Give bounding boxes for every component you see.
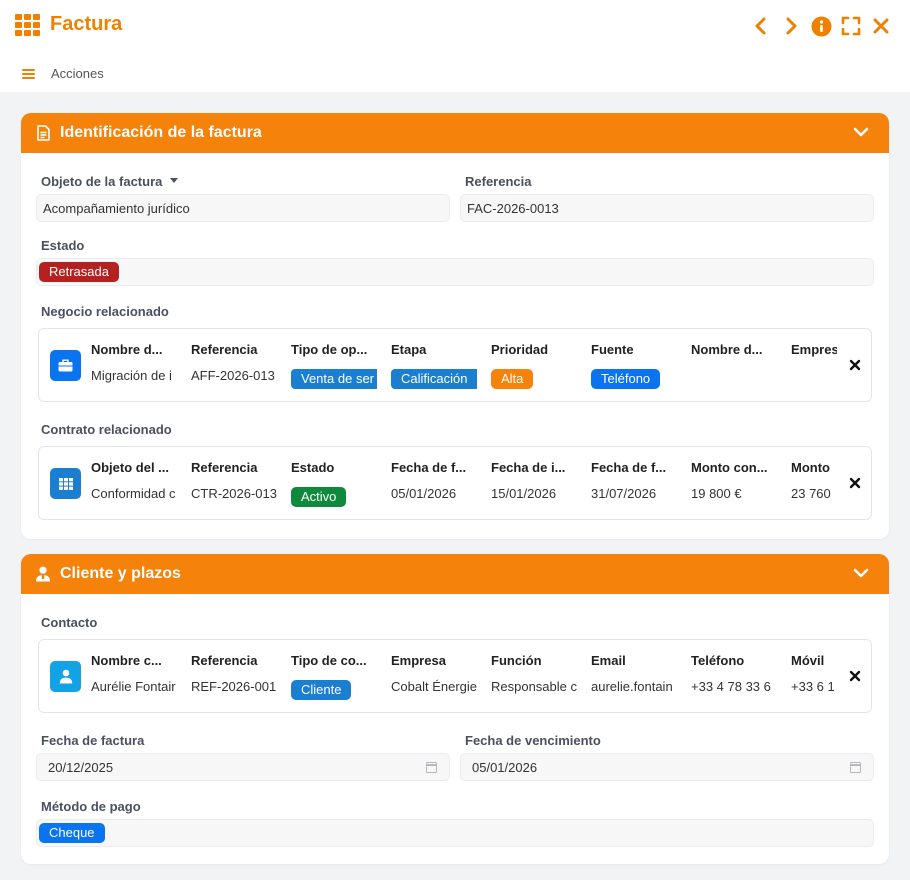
remove-contact-close-icon[interactable]: [848, 669, 862, 683]
contact-col-email: Email aurelie.fontain: [591, 653, 673, 694]
deal-col-source: Fuente Teléfono: [591, 329, 677, 401]
deal-col-reference: Referencia AFF-2026-013: [191, 342, 275, 383]
priority-badge: Alta: [491, 369, 534, 389]
contract-col-date-1: Fecha de f... 05/01/2026: [391, 460, 467, 501]
invoice-object-label: Objeto de la factura: [41, 174, 179, 189]
contract-col-object: Objeto del ... Conformidad c: [91, 460, 176, 501]
deal-col-company: Empres: [791, 342, 837, 357]
remove-contract-close-icon[interactable]: [848, 476, 862, 490]
hamburger-icon: [22, 68, 35, 79]
due-date-field[interactable]: 05/01/2026: [460, 753, 874, 781]
person-icon: [35, 565, 51, 583]
briefcase-icon: [50, 350, 81, 381]
status-label: Estado: [41, 238, 85, 253]
calendar-icon[interactable]: [850, 762, 861, 773]
section-header-client[interactable]: Cliente y plazos: [21, 554, 889, 594]
page-title: Factura: [50, 13, 123, 35]
deal-col-stage: Etapa Calificación: [391, 329, 477, 401]
contact-col-function: Función Responsable c: [491, 653, 577, 694]
contract-col-status: Estado Activo: [291, 447, 377, 519]
payment-method-label: Método de pago: [41, 799, 141, 814]
contact-card[interactable]: Nombre c... Aurélie Fontair Referencia REF…: [38, 639, 872, 713]
contract-col-end-date: Fecha de f... 31/07/2026: [591, 460, 667, 501]
remove-deal-close-icon[interactable]: [848, 358, 862, 372]
contract-col-reference: Referencia CTR-2026-013: [191, 460, 277, 501]
collapse-chevron-icon[interactable]: [853, 566, 869, 584]
reference-label: Referencia: [465, 174, 532, 189]
client-terms-panel: Cliente y plazos Contacto Nombre c... Aur…: [21, 554, 889, 864]
app-grid-icon[interactable]: [15, 14, 40, 37]
close-icon[interactable]: [870, 15, 892, 37]
contact-col-type: Tipo de co... Cliente: [291, 640, 377, 712]
contract-status-badge: Activo: [291, 487, 347, 507]
calendar-icon[interactable]: [426, 762, 437, 773]
status-field[interactable]: Retrasada: [36, 258, 874, 286]
contact-columns: Nombre c... Aurélie Fontair Referencia REF…: [91, 640, 837, 712]
contract-col-start-date: Fecha de i... 15/01/2026: [491, 460, 566, 501]
reference-field[interactable]: FAC-2026-0013: [460, 194, 874, 222]
due-date-label: Fecha de vencimiento: [465, 733, 601, 748]
deal-col-name: Nombre d... Migración de i: [91, 342, 172, 383]
invoice-date-label: Fecha de factura: [41, 733, 145, 748]
deal-col-operation-type: Tipo de op... Venta de ser: [291, 329, 377, 401]
due-date-value: 05/01/2026: [472, 759, 538, 775]
info-icon[interactable]: [810, 15, 832, 37]
stage-badge: Calificación: [391, 369, 477, 389]
contract-col-amount: Monto con... 19 800 €: [691, 460, 768, 501]
section-title: Cliente y plazos: [60, 565, 181, 582]
contact-type-badge: Cliente: [291, 680, 352, 700]
actions-label: Acciones: [51, 66, 104, 81]
related-deal-label: Negocio relacionado: [41, 304, 169, 319]
related-contract-label: Contrato relacionado: [41, 422, 172, 437]
contact-col-mobile: Móvil +33 6 1: [791, 653, 835, 694]
status-badge: Retrasada: [39, 262, 119, 282]
payment-method-field[interactable]: Cheque: [36, 819, 874, 847]
related-deal-card[interactable]: Nombre d... Migración de i Referencia AFF-…: [38, 328, 872, 402]
related-deal-columns: Nombre d... Migración de i Referencia AFF-…: [91, 329, 837, 401]
section-header-identification[interactable]: Identificación de la factura: [21, 113, 889, 153]
fullscreen-icon[interactable]: [840, 15, 862, 37]
section-title: Identificación de la factura: [60, 124, 262, 141]
contact-col-reference: Referencia REF-2026-001: [191, 653, 277, 694]
payment-method-badge: Cheque: [39, 823, 105, 843]
deal-col-name-2: Nombre d...: [691, 342, 763, 357]
contact-col-phone: Teléfono +33 4 78 33 6: [691, 653, 771, 694]
invoice-date-field[interactable]: 20/12/2025: [36, 753, 450, 781]
related-contract-card[interactable]: Objeto del ... Conformidad c Referencia CT…: [38, 446, 872, 520]
contract-col-amount-2: Monto 23 760: [791, 460, 831, 501]
actions-menu[interactable]: Acciones: [22, 66, 104, 81]
related-contract-columns: Objeto del ... Conformidad c Referencia CT…: [91, 447, 837, 519]
contact-label: Contacto: [41, 615, 98, 630]
invoice-date-value: 20/12/2025: [48, 759, 114, 775]
person-icon: [50, 661, 81, 692]
invoice-identification-panel: Identificación de la factura Objeto de l…: [21, 113, 889, 539]
invoice-object-field[interactable]: Acompañamiento jurídico: [36, 194, 450, 222]
operation-type-badge: Venta de ser: [291, 369, 377, 389]
contact-col-name: Nombre c... Aurélie Fontair: [91, 653, 176, 694]
collapse-chevron-icon[interactable]: [853, 125, 869, 143]
grid-icon: [50, 468, 81, 499]
document-icon: [35, 124, 51, 142]
deal-col-priority: Prioridad Alta: [491, 329, 577, 401]
source-badge: Teléfono: [591, 369, 661, 389]
dropdown-caret-icon[interactable]: [170, 178, 179, 184]
contact-col-company: Empresa Cobalt Énergie: [391, 653, 477, 694]
next-chevron-icon[interactable]: [780, 15, 802, 37]
window-controls: [750, 14, 892, 38]
top-bar: Factura Acciones: [0, 0, 910, 92]
previous-chevron-icon[interactable]: [750, 15, 772, 37]
